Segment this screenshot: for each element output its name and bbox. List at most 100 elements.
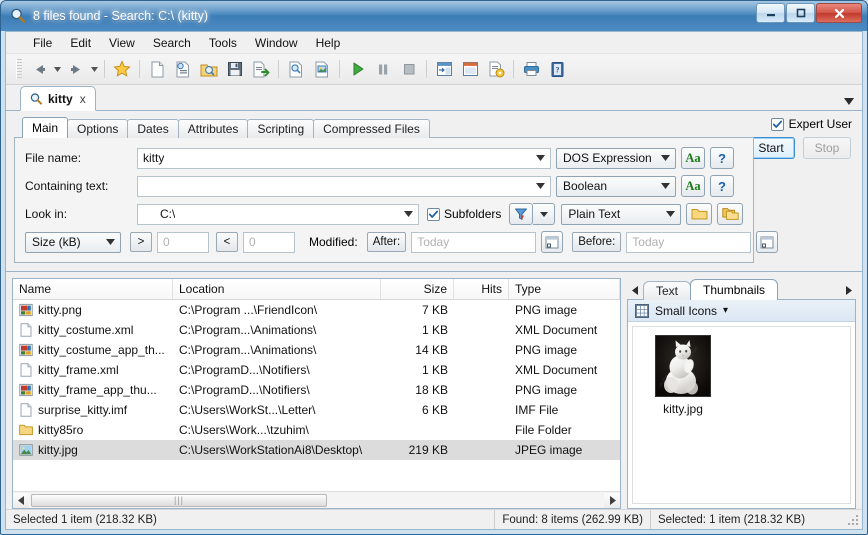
column-header-name[interactable]: Name	[13, 279, 173, 299]
toolbar-grip[interactable]	[16, 59, 22, 79]
preview-document-icon[interactable]	[283, 57, 309, 82]
table-row[interactable]: kitty.jpg C:\Users\WorkStationAi8\Desktop…	[13, 440, 620, 460]
containing-text-input[interactable]	[137, 175, 551, 197]
maximize-button[interactable]	[786, 3, 815, 23]
scroll-left-arrow-icon[interactable]	[13, 492, 29, 508]
tab-text[interactable]: Text	[643, 281, 692, 300]
before-date-input[interactable]: Today	[626, 231, 752, 253]
scrollbar-thumb[interactable]: |||	[31, 493, 327, 507]
chevron-down-icon[interactable]	[404, 211, 413, 217]
look-in-input[interactable]: C:\	[137, 203, 419, 225]
file-name-mode-select[interactable]: DOS Expression	[556, 147, 676, 169]
forward-dropdown-caret-icon[interactable]	[89, 57, 100, 82]
containing-text-case-button[interactable]: Aa	[681, 175, 705, 197]
back-dropdown-caret-icon[interactable]	[52, 57, 63, 82]
export-icon[interactable]	[248, 57, 274, 82]
size-less-input[interactable]: 0	[243, 231, 295, 253]
forward-icon[interactable]	[63, 57, 89, 82]
document-settings-icon[interactable]	[483, 57, 509, 82]
view-document-icon[interactable]	[309, 57, 335, 82]
start-button[interactable]: Start	[747, 137, 795, 159]
column-header-hits[interactable]: Hits	[454, 279, 509, 299]
table-row[interactable]: kitty.png C:\Program ...\FriendIcon\ 7 KB P…	[13, 300, 620, 320]
file-name-input[interactable]: kitty	[137, 147, 551, 169]
title-bar[interactable]: 8 files found - Search: C:\ (kitty)	[1, 1, 867, 31]
tab-compressed-files[interactable]: Compressed Files	[313, 119, 430, 138]
table-row[interactable]: kitty_frame.xml C:\ProgramD...\Notifiers\…	[13, 360, 620, 380]
menu-file[interactable]: File	[24, 33, 61, 53]
size-less-operator-button[interactable]: <	[216, 232, 238, 252]
pause-icon[interactable]	[370, 57, 396, 82]
table-row[interactable]: kitty_costume_app_th... C:\Program...\Ani…	[13, 340, 620, 360]
after-toggle-button[interactable]: After:	[366, 232, 407, 252]
thumbnail-item[interactable]: cats shop cats shop kitty.jpg	[641, 335, 725, 416]
scroll-right-arrow-icon[interactable]	[604, 492, 620, 508]
chevron-down-icon[interactable]	[536, 155, 545, 161]
before-calendar-button[interactable]	[756, 231, 779, 253]
close-button[interactable]	[816, 3, 862, 23]
tab-thumbnails[interactable]: Thumbnails	[690, 279, 779, 300]
print-icon[interactable]	[518, 57, 544, 82]
chevron-down-icon[interactable]	[661, 155, 670, 161]
save-icon[interactable]	[222, 57, 248, 82]
start-play-icon[interactable]	[344, 57, 370, 82]
text-mode-select[interactable]: Plain Text	[561, 203, 682, 225]
favorites-star-icon[interactable]	[109, 57, 135, 82]
close-icon[interactable]: x	[78, 92, 88, 106]
back-icon[interactable]	[26, 57, 52, 82]
document-tab-kitty[interactable]: kitty x	[20, 86, 96, 111]
scrollbar-track[interactable]: |||	[29, 492, 604, 508]
filter-dropdown-caret-icon[interactable]	[533, 203, 556, 225]
after-date-input[interactable]: Today	[411, 231, 537, 253]
browse-folder-button[interactable]	[686, 203, 713, 225]
open-folder-icon[interactable]	[196, 57, 222, 82]
table-row[interactable]: kitty_costume.xml C:\Program...\Animation…	[13, 320, 620, 340]
containing-text-mode-select[interactable]: Boolean	[556, 175, 676, 197]
before-toggle-button[interactable]: Before:	[572, 232, 622, 252]
containing-text-help-button[interactable]: ?	[710, 175, 734, 197]
panel-layout-icon[interactable]	[431, 57, 457, 82]
menu-window[interactable]: Window	[246, 33, 307, 53]
resize-grip-icon[interactable]	[846, 513, 860, 527]
tab-options[interactable]: Options	[67, 119, 129, 138]
chevron-down-icon[interactable]	[106, 239, 115, 245]
table-row[interactable]: surprise_kitty.imf C:\Users\WorkSt...\Let…	[13, 400, 620, 420]
chevron-down-icon[interactable]	[536, 183, 545, 189]
menu-edit[interactable]: Edit	[61, 33, 100, 53]
chevron-right-icon[interactable]	[840, 280, 856, 300]
file-name-case-button[interactable]: Aa	[681, 147, 705, 169]
chevron-left-icon[interactable]	[627, 280, 643, 300]
tab-main[interactable]: Main	[22, 117, 69, 138]
column-header-type[interactable]: Type	[509, 279, 620, 299]
stop-icon[interactable]	[396, 57, 422, 82]
column-header-size[interactable]: Size	[381, 279, 454, 299]
open-document-icon[interactable]	[170, 57, 196, 82]
size-greater-operator-button[interactable]: >	[130, 232, 152, 252]
table-row[interactable]: kitty_frame_app_thu... C:\ProgramD...\Not…	[13, 380, 620, 400]
size-greater-input[interactable]: 0	[157, 231, 209, 253]
column-header-location[interactable]: Location	[173, 279, 381, 299]
tab-scripting[interactable]: Scripting	[247, 119, 315, 138]
view-mode-label[interactable]: Small Icons	[655, 304, 717, 318]
menu-search[interactable]: Search	[144, 33, 200, 53]
help-book-icon[interactable]: ?	[544, 57, 570, 82]
window-split-icon[interactable]	[457, 57, 483, 82]
after-calendar-button[interactable]	[541, 231, 564, 253]
chevron-down-icon[interactable]	[661, 183, 670, 189]
chevron-down-icon[interactable]: ▾	[723, 305, 728, 316]
menu-view[interactable]: View	[100, 33, 144, 53]
size-unit-select[interactable]: Size (kB)	[25, 231, 121, 253]
new-document-icon[interactable]	[144, 57, 170, 82]
horizontal-scrollbar[interactable]: |||	[13, 491, 620, 508]
chevron-down-icon[interactable]	[666, 211, 676, 217]
funnel-filter-icon[interactable]	[509, 203, 534, 225]
browse-multi-folder-button[interactable]	[717, 203, 744, 225]
subfolders-checkbox[interactable]: Subfolders	[427, 207, 501, 221]
chevron-down-icon[interactable]	[844, 98, 854, 105]
menu-help[interactable]: Help	[307, 33, 350, 53]
table-row[interactable]: kitty85ro C:\Users\Work...\tzuhim\ File Fo…	[13, 420, 620, 440]
minimize-button[interactable]	[756, 3, 785, 23]
tab-dates[interactable]: Dates	[127, 119, 179, 138]
file-name-help-button[interactable]: ?	[710, 147, 734, 169]
menu-tools[interactable]: Tools	[200, 33, 246, 53]
